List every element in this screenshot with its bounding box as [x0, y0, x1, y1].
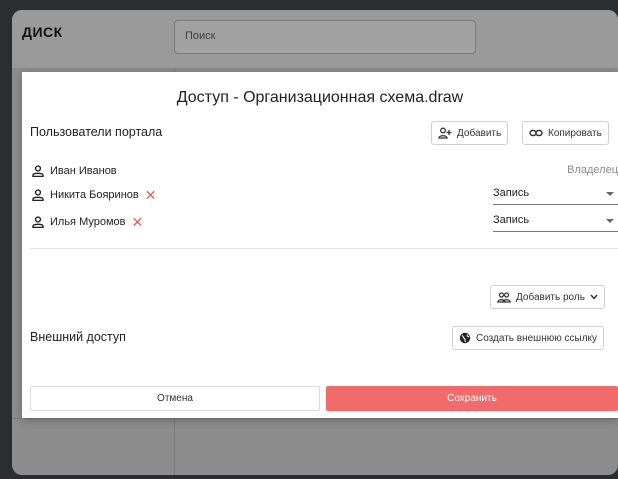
remove-user-icon[interactable]: ✕	[145, 188, 157, 202]
add-user-icon	[438, 127, 452, 139]
portal-users-label: Пользователи портала	[30, 125, 163, 139]
save-button[interactable]: Сохранить	[326, 386, 618, 411]
cancel-button[interactable]: Отмена	[30, 386, 320, 411]
section-divider	[30, 248, 618, 249]
role-select[interactable]: Запись	[493, 212, 618, 232]
dialog-title: Доступ - Организационная схема.draw	[176, 89, 464, 106]
role-select[interactable]: Запись	[493, 185, 618, 205]
person-icon	[32, 189, 44, 201]
search-box	[174, 20, 476, 54]
search-input[interactable]	[185, 30, 465, 42]
external-access-label: Внешний доступ	[30, 330, 126, 344]
user-row: Илья Муромов ✕	[32, 213, 143, 231]
remove-user-icon[interactable]: ✕	[132, 215, 144, 229]
create-external-link-button[interactable]: Создать внешнюю ссылку	[452, 326, 605, 350]
globe-icon	[459, 332, 471, 344]
add-role-button[interactable]: Добавить роль	[490, 285, 605, 309]
copy-button[interactable]: Копировать	[522, 121, 609, 145]
role-select-value: Запись	[493, 187, 530, 199]
user-row: Иван Иванов	[32, 162, 117, 180]
add-user-button[interactable]: Добавить	[431, 121, 509, 145]
user-row: Никита Бояринов ✕	[32, 186, 156, 204]
create-link-label: Создать внешнюю ссылку	[476, 332, 598, 344]
owner-role-label: Владелец	[567, 164, 618, 176]
role-select-value: Запись	[493, 214, 530, 226]
link-icon	[529, 129, 543, 137]
add-user-label: Добавить	[457, 127, 502, 139]
person-icon	[32, 216, 44, 228]
app-logo: ДИСК	[22, 24, 63, 40]
user-name: Илья Муромов	[50, 216, 126, 228]
chevron-down-icon	[606, 219, 614, 223]
app-header: ДИСК	[12, 10, 618, 68]
user-name: Иван Иванов	[50, 165, 117, 177]
copy-label: Копировать	[548, 127, 602, 139]
share-dialog: Доступ - Организационная схема.draw Поль…	[22, 72, 618, 418]
chevron-down-icon	[606, 192, 614, 196]
person-icon	[32, 165, 44, 177]
background-divider	[12, 418, 618, 419]
group-icon	[497, 291, 511, 303]
user-name: Никита Бояринов	[50, 189, 139, 201]
chevron-down-icon	[590, 294, 598, 300]
add-role-label: Добавить роль	[516, 291, 585, 303]
